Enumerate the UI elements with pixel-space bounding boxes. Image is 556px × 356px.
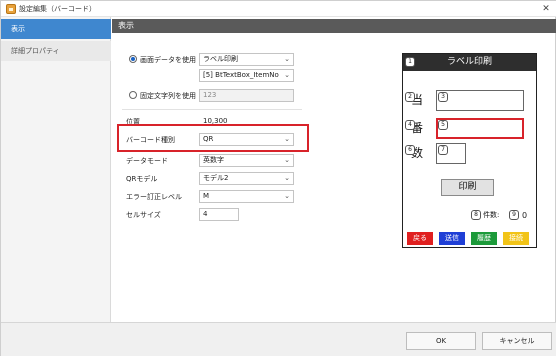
data-mode-label: データモード: [126, 157, 168, 165]
number-marker-7: 7: [438, 145, 448, 155]
barcode-type-highlight: [117, 124, 309, 152]
main-panel: 表示 画面データを使用 ラベル印刷 ⌄ [5] BtTextBox_ItemNo…: [112, 17, 556, 322]
screen-select[interactable]: ラベル印刷 ⌄: [199, 53, 294, 66]
preview-history-button: 履歴: [471, 232, 497, 245]
use-fixed-string-label: 固定文字列を使用: [140, 92, 196, 100]
label-preview: ラベル印刷 1 当 2 3 番 4 5 数 6 7 印刷 8 件数: 9 0 戻…: [402, 53, 537, 248]
chevron-down-icon: ⌄: [284, 174, 290, 182]
section-title: 表示: [112, 19, 556, 33]
chevron-down-icon: ⌄: [284, 192, 290, 200]
preview-field-highlight: [436, 118, 524, 139]
qr-model-value: モデル2: [203, 174, 229, 182]
app-icon: [6, 4, 16, 14]
window-title: 設定編集（バーコード）: [19, 5, 96, 13]
use-screen-data-label: 画面データを使用: [140, 56, 196, 64]
cell-size-input[interactable]: 4: [199, 208, 239, 221]
preview-back-button: 戻る: [407, 232, 433, 245]
divider: [122, 109, 302, 110]
close-button[interactable]: ✕: [537, 2, 555, 16]
settings-dialog: 設定編集（バーコード） ✕ 表示 詳細プロパティ 表示 画面データを使用 ラベル…: [0, 0, 556, 356]
number-marker-4: 4: [405, 120, 415, 130]
data-mode-select[interactable]: 英数字 ⌄: [199, 154, 294, 167]
number-marker-5: 5: [438, 120, 448, 130]
screen-select-value: ラベル印刷: [203, 55, 238, 63]
qr-model-select[interactable]: モデル2 ⌄: [199, 172, 294, 185]
use-screen-data-radio[interactable]: [129, 55, 137, 63]
dialog-footer: OK キャンセル: [1, 322, 556, 356]
fixed-string-input[interactable]: 123: [199, 89, 294, 102]
title-bar: 設定編集（バーコード） ✕: [1, 1, 556, 17]
sidebar: 表示 詳細プロパティ: [1, 17, 111, 322]
qr-model-label: QRモデル: [126, 175, 158, 183]
preview-connect-button: 接続: [503, 232, 529, 245]
number-marker-8: 8: [471, 210, 481, 220]
number-marker-3: 3: [438, 92, 448, 102]
number-marker-9: 9: [509, 210, 519, 220]
preview-print-button: 印刷: [441, 179, 494, 196]
chevron-down-icon: ⌄: [284, 156, 290, 164]
data-mode-value: 英数字: [203, 156, 224, 164]
ok-button[interactable]: OK: [406, 332, 476, 350]
preview-field-1: [436, 90, 524, 111]
use-fixed-string-radio[interactable]: [129, 91, 137, 99]
chevron-down-icon: ⌄: [284, 55, 290, 63]
item-select[interactable]: [5] BtTextBox_ItemNo ⌄: [199, 69, 294, 82]
preview-count-label: 件数:: [483, 211, 500, 219]
number-marker-2: 2: [405, 92, 415, 102]
item-select-value: [5] BtTextBox_ItemNo: [203, 71, 279, 79]
preview-send-button: 送信: [439, 232, 465, 245]
number-marker-1: 1: [405, 57, 415, 67]
sidebar-item-detail-properties[interactable]: 詳細プロパティ: [1, 41, 111, 61]
error-correction-select[interactable]: M ⌄: [199, 190, 294, 203]
sidebar-item-display[interactable]: 表示: [1, 19, 111, 39]
cancel-button[interactable]: キャンセル: [482, 332, 552, 350]
preview-title-text: ラベル印刷: [446, 57, 492, 67]
cell-size-label: セルサイズ: [126, 211, 161, 219]
chevron-down-icon: ⌄: [284, 71, 290, 79]
preview-title: ラベル印刷: [403, 54, 536, 71]
error-correction-label: エラー訂正レベル: [126, 193, 182, 201]
preview-count-value: 0: [522, 211, 528, 220]
number-marker-6: 6: [405, 145, 415, 155]
error-correction-value: M: [203, 192, 210, 200]
